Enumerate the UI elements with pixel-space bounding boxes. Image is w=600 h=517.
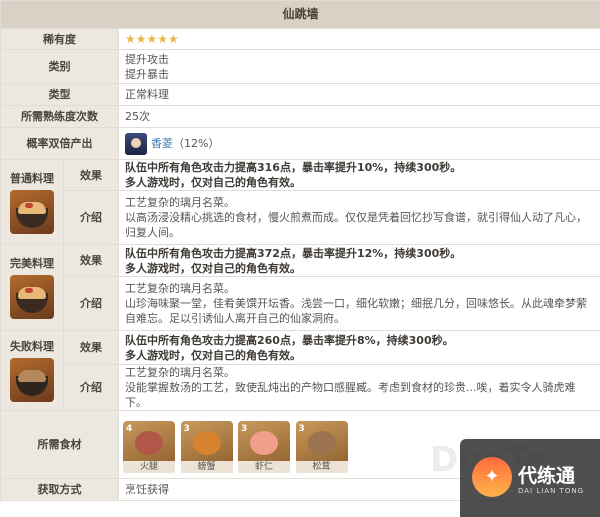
watermark: 代练通 DAI LIAN TONG — [460, 439, 600, 517]
intro-line: 工艺复杂的璃月名菜。 — [125, 366, 235, 379]
character-link[interactable]: 香菱 — [151, 137, 173, 150]
ingredient-ham[interactable]: 4 火腿 — [123, 420, 175, 473]
ingredient-count: 3 — [241, 423, 248, 434]
effect-line: 多人游戏时，仅对自己的角色有效。 — [125, 261, 301, 275]
variant-label: 普通料理 — [10, 171, 54, 185]
category-item: 提升攻击 — [125, 52, 169, 66]
effect-label: 效果 — [63, 244, 119, 277]
dish-image — [10, 275, 54, 319]
recipe-card: 仙跳墙 稀有度 ★★★★★ 类别 提升攻击 提升暴击 类型 正常料理 所需熟练度… — [0, 0, 600, 517]
watermark-en: DAI LIAN TONG — [518, 487, 585, 495]
intro-label: 介绍 — [63, 276, 119, 331]
xiangling-avatar[interactable] — [125, 132, 147, 155]
proficiency-label: 所需熟练度次数 — [0, 105, 119, 128]
shrimp-icon — [250, 430, 278, 455]
variant-perfect: 完美料理 — [0, 244, 64, 331]
ingredient-count: 3 — [298, 423, 305, 434]
ingredient-name: 火腿 — [123, 460, 175, 473]
ingredient-count: 3 — [183, 423, 190, 434]
proficiency-value: 25次 — [117, 105, 600, 128]
rarity-label: 稀有度 — [0, 28, 119, 50]
ingredient-matsutake[interactable]: 3 松茸 — [295, 420, 348, 473]
recipe-table: 仙跳墙 稀有度 ★★★★★ 类别 提升攻击 提升暴击 类型 正常料理 所需熟练度… — [0, 0, 600, 501]
intro-line: 工艺复杂的璃月名菜。 — [125, 196, 235, 209]
variant-failed: 失败料理 — [0, 330, 64, 411]
variant-label: 完美料理 — [10, 257, 54, 270]
intro-line: 山珍海味聚一堂，佳肴美馔开坛香。浅尝一口，细化软嫩；细抿几分，回味悠长。从此魂牵… — [125, 297, 587, 310]
dish-image — [10, 189, 54, 234]
intro-label: 介绍 — [63, 190, 119, 245]
effect-label: 效果 — [63, 159, 119, 191]
intro-line: 以高汤浸没精心挑选的食材，慢火煎煮而成。仅仅是凭着回忆抄写食谱，就引得仙人动了凡… — [125, 211, 587, 224]
intro-label: 介绍 — [63, 364, 119, 411]
ingredient-name: 虾仁 — [238, 460, 290, 473]
type-value: 正常料理 — [117, 83, 600, 106]
variant-normal: 普通料理 — [0, 159, 64, 245]
dish-title: 仙跳墙 — [0, 0, 600, 29]
double-output-chance: （12%） — [173, 136, 220, 150]
effect-label: 效果 — [63, 330, 119, 365]
mushroom-icon — [307, 430, 336, 455]
effect-line: 多人游戏时，仅对自己的角色有效。 — [125, 348, 301, 362]
rarity-stars: ★★★★★ — [125, 31, 179, 46]
effect-line: 队伍中所有角色攻击力提高316点，暴击率提升10%，持续300秒。 — [125, 161, 462, 174]
watermark-cn: 代练通 — [518, 465, 576, 487]
variant-label: 失败料理 — [10, 340, 54, 353]
dish-image — [10, 358, 54, 402]
crab-icon — [192, 430, 221, 455]
ham-icon — [135, 430, 163, 455]
category-item: 提升暴击 — [125, 67, 169, 81]
intro-line: 工艺复杂的璃月名菜。 — [125, 282, 235, 295]
ingredient-name: 螃蟹 — [180, 460, 233, 473]
intro-line: 自难忘。足以引诱仙人离开自己的仙家洞府。 — [125, 312, 345, 325]
effect-line: 队伍中所有角色攻击力提高260点，暴击率提升8%，持续300秒。 — [125, 333, 454, 347]
ingredient-count: 4 — [126, 423, 133, 434]
type-label: 类型 — [0, 83, 119, 106]
daliantong-logo-icon — [472, 457, 512, 497]
ingredient-shrimp[interactable]: 3 虾仁 — [238, 420, 290, 473]
double-output-label: 概率双倍产出 — [0, 127, 119, 160]
ingredient-crab[interactable]: 3 螃蟹 — [180, 420, 233, 473]
effect-line: 队伍中所有角色攻击力提高372点，暴击率提升12%，持续300秒。 — [125, 246, 462, 260]
ingredients-label: 所需食材 — [0, 410, 119, 479]
effect-line: 多人游戏时，仅对自己的角色有效。 — [125, 176, 301, 189]
source-label: 获取方式 — [0, 478, 119, 501]
category-label: 类别 — [0, 49, 119, 84]
intro-line: 没能掌握敖汤的工艺，致使乱炖出的产物口感腥臧。考虑到食材的珍贵...唉，着实令人… — [125, 381, 576, 409]
ingredient-name: 松茸 — [295, 460, 348, 473]
intro-line: 归复人间。 — [125, 226, 180, 239]
